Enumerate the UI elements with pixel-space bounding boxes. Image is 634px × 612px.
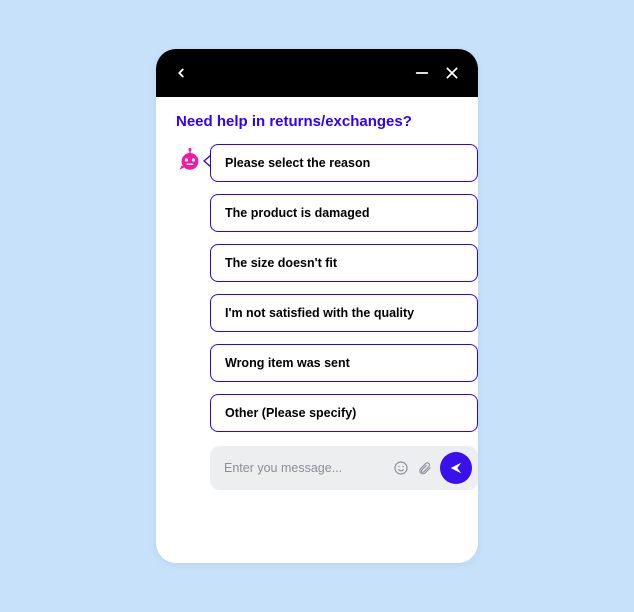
options-column: Please select the reason The product is … [210,144,478,490]
reason-option[interactable]: The product is damaged [210,194,478,232]
reason-option[interactable]: Wrong item was sent [210,344,478,382]
chat-title: Need help in returns/exchanges? [176,113,458,130]
send-icon [448,460,464,476]
reason-options: The product is damaged The size doesn't … [210,194,478,432]
bot-message-bubble: Please select the reason [210,144,478,182]
bot-message-text: Please select the reason [210,144,478,182]
message-input[interactable] [224,461,385,475]
stage: Need help in returns/exchanges? [35,35,599,577]
bot-row: Please select the reason The product is … [176,144,458,490]
minimize-icon[interactable] [414,65,430,81]
chat-window: Need help in returns/exchanges? [156,49,478,563]
close-icon[interactable] [444,65,460,81]
back-icon[interactable] [174,66,188,80]
titlebar-left [174,66,188,80]
bot-icon [176,146,204,174]
titlebar-right [414,65,460,81]
message-input-bar [210,446,478,490]
reason-option[interactable]: I'm not satisfied with the quality [210,294,478,332]
reason-option[interactable]: The size doesn't fit [210,244,478,282]
chat-content: Need help in returns/exchanges? [156,97,478,563]
emoji-icon[interactable] [393,460,409,476]
titlebar [156,49,478,97]
attachment-icon[interactable] [417,461,432,476]
send-button[interactable] [440,452,472,484]
reason-option[interactable]: Other (Please specify) [210,394,478,432]
speech-tail-icon [203,155,210,167]
bot-avatar [176,144,204,174]
